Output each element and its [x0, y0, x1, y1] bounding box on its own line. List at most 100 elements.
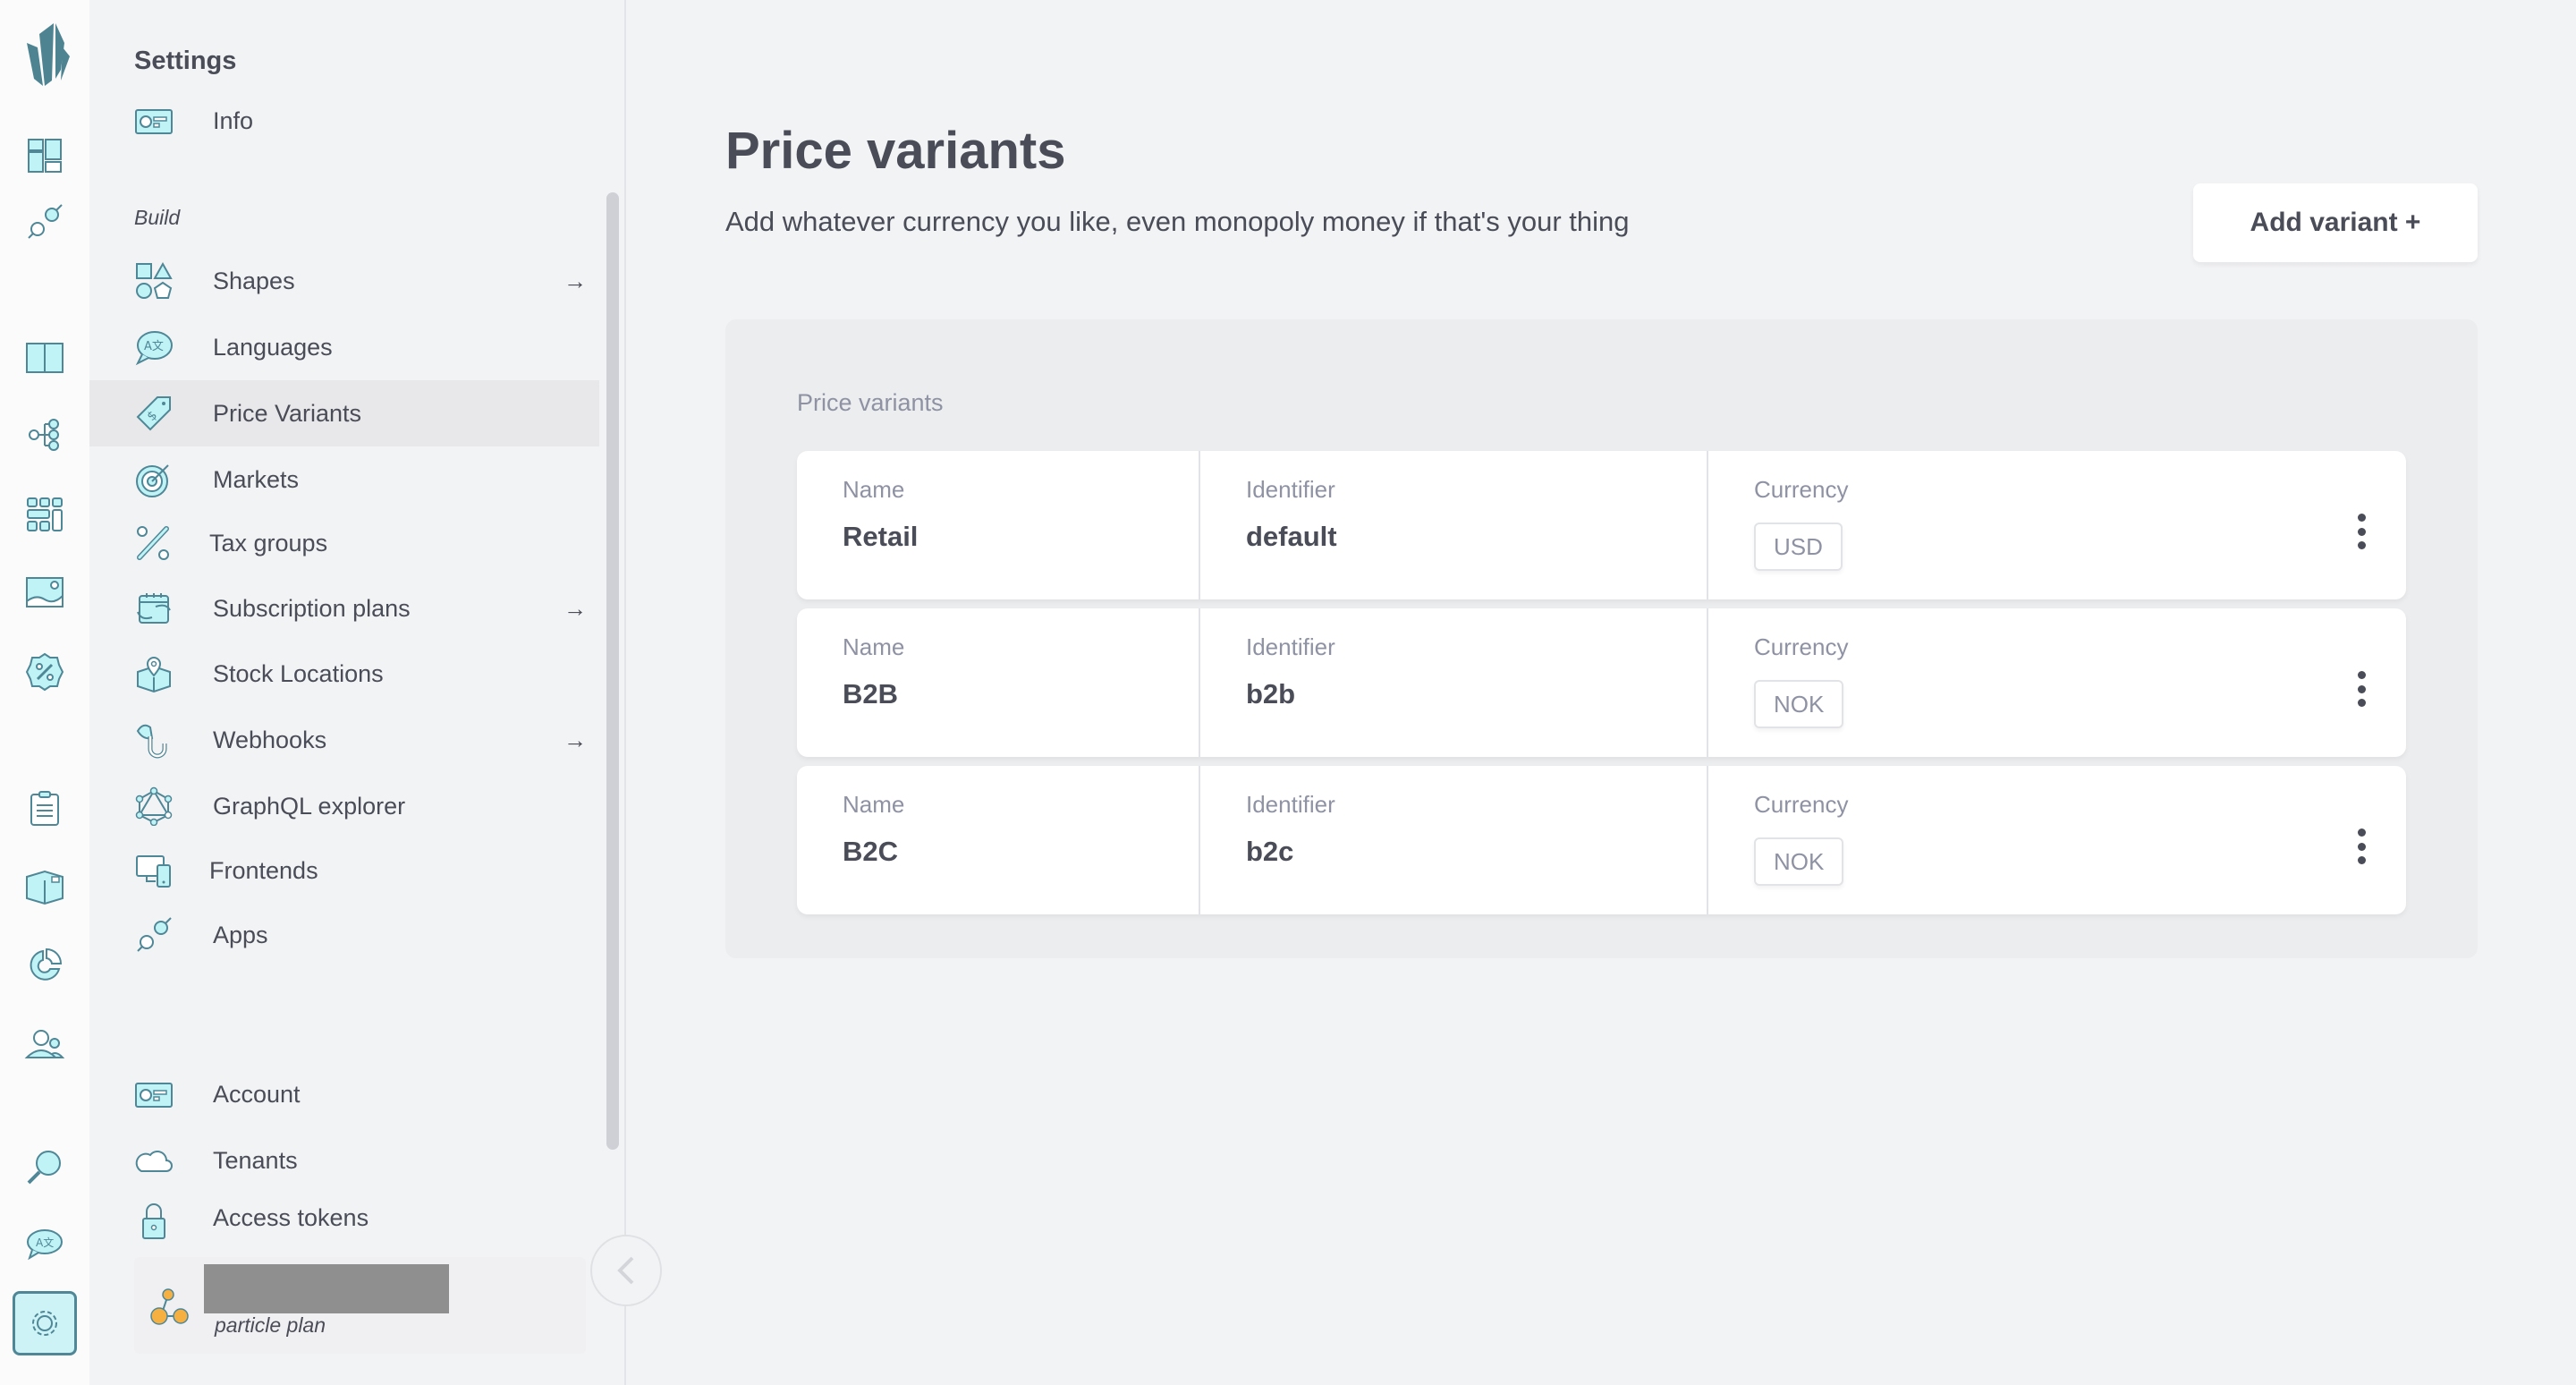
pie-chart-icon	[30, 947, 63, 981]
table-row[interactable]: Name Retail Identifier default Currency …	[797, 451, 2406, 599]
section-build: Build	[134, 206, 181, 229]
arrow-right-icon: →	[564, 594, 587, 622]
price-tag-icon: $	[134, 394, 174, 433]
icon-rail: A文	[0, 0, 89, 1385]
currency-cell: Currency USD	[1708, 451, 2406, 599]
target-icon	[134, 460, 174, 499]
settings-sidebar: Settings Info Build Shapes → A文 Language…	[89, 0, 626, 1385]
sidebar-scrollbar[interactable]	[606, 192, 619, 1150]
identifier-label: Identifier	[1246, 476, 1335, 503]
identifier-label: Identifier	[1246, 633, 1335, 660]
sidebar-item-label: Apps	[213, 921, 268, 948]
sidebar-item-info[interactable]: Info	[89, 88, 599, 154]
currency-label: Currency	[1754, 633, 1849, 660]
catalogue-book-icon	[26, 343, 64, 373]
sidebar-item-subscription-plans[interactable]: Subscription plans →	[89, 575, 599, 642]
sidebar-item-tenants[interactable]: Tenants	[89, 1127, 599, 1194]
identifier-cell: Identifier b2b	[1200, 608, 1708, 757]
sidebar-item-label: Tax groups	[209, 529, 328, 557]
rail-translate[interactable]: A文	[20, 1219, 70, 1269]
rail-analytics[interactable]	[20, 940, 70, 990]
rail-orders[interactable]	[20, 784, 70, 834]
sidebar-item-frontends[interactable]: Frontends	[89, 837, 599, 904]
percent-icon	[134, 523, 174, 563]
identifier-value: b2c	[1246, 836, 1294, 867]
topics-tree-icon	[29, 419, 59, 451]
table-row[interactable]: Name B2C Identifier b2c Currency NOK	[797, 766, 2406, 914]
id-card-icon	[134, 101, 174, 140]
sidebar-item-graphql-explorer[interactable]: GraphQL explorer	[89, 773, 599, 839]
identifier-value: default	[1246, 521, 1337, 552]
plan-name: particle plan	[215, 1313, 326, 1337]
price-variants-panel: Price variants Name Retail Identifier de…	[725, 319, 2478, 958]
name-value: B2B	[843, 678, 899, 709]
box-icon	[26, 870, 64, 905]
rail-search[interactable]	[20, 1142, 70, 1192]
name-value: B2C	[843, 836, 899, 867]
sidebar-item-label: Subscription plans	[213, 594, 411, 622]
identifier-cell: Identifier b2c	[1200, 766, 1708, 914]
svg-text:A文: A文	[144, 340, 164, 353]
sidebar-item-tax-groups[interactable]: Tax groups	[89, 510, 599, 576]
rail-topics[interactable]	[20, 410, 70, 460]
tenant-plan-card[interactable]: particle plan	[134, 1257, 586, 1354]
rail-customers[interactable]	[20, 1018, 70, 1068]
sidebar-item-webhooks[interactable]: Webhooks →	[89, 707, 599, 773]
sidebar-item-access-tokens[interactable]: Access tokens	[89, 1194, 599, 1242]
rail-dashboard[interactable]	[20, 131, 70, 181]
graphql-icon	[134, 786, 174, 827]
sidebar-item-label: Languages	[213, 333, 333, 361]
sidebar-item-markets[interactable]: Markets	[89, 446, 599, 513]
rail-discounts[interactable]	[20, 647, 70, 697]
more-options-icon[interactable]	[2352, 514, 2370, 549]
sidebar-item-label: Webhooks	[213, 726, 327, 753]
sidebar-item-shapes[interactable]: Shapes →	[89, 248, 599, 314]
svg-text:A文: A文	[36, 1236, 54, 1249]
sidebar-item-account[interactable]: Account	[89, 1061, 599, 1127]
page-subtitle: Add whatever currency you like, even mon…	[725, 206, 1630, 237]
sidebar-item-price-variants[interactable]: $ Price Variants	[89, 380, 599, 446]
calendar-refresh-icon	[134, 589, 174, 628]
name-cell: Name B2B	[797, 608, 1200, 757]
rail-settings[interactable]	[13, 1291, 77, 1355]
sidebar-item-apps[interactable]: Apps	[89, 902, 599, 968]
discount-badge-icon	[25, 652, 64, 692]
image-icon	[26, 577, 64, 608]
devices-icon	[134, 851, 174, 890]
sidebar-item-label: Stock Locations	[213, 659, 384, 687]
rail-catalogue[interactable]	[20, 333, 70, 383]
sidebar-title: Settings	[134, 47, 237, 75]
grids-icon	[27, 497, 63, 531]
sidebar-item-languages[interactable]: A文 Languages	[89, 314, 599, 380]
sidebar-item-stock-locations[interactable]: Stock Locations	[89, 641, 599, 707]
add-variant-button[interactable]: Add variant +	[2193, 183, 2478, 262]
more-options-icon[interactable]	[2352, 828, 2370, 864]
table-row[interactable]: Name B2B Identifier b2b Currency NOK	[797, 608, 2406, 757]
name-value: Retail	[843, 521, 919, 552]
hook-icon	[134, 720, 174, 760]
name-label: Name	[843, 476, 905, 503]
translate-icon: A文	[27, 1229, 63, 1261]
shapes-icon	[134, 261, 174, 301]
name-label: Name	[843, 633, 905, 660]
search-icon	[27, 1151, 61, 1185]
crystallize-logo-icon[interactable]	[18, 16, 72, 88]
sidebar-item-label: Tenants	[213, 1146, 298, 1174]
sidebar-item-label: Markets	[213, 465, 300, 493]
panel-label: Price variants	[797, 389, 944, 416]
box-location-icon	[134, 654, 174, 693]
rail-fulfilment[interactable]	[20, 861, 70, 911]
rail-assets[interactable]	[20, 567, 70, 617]
more-options-icon[interactable]	[2352, 671, 2370, 707]
identifier-label: Identifier	[1246, 791, 1335, 818]
sidebar-item-label: Access tokens	[213, 1204, 369, 1231]
rail-apps[interactable]	[20, 197, 70, 247]
currency-cell: Currency NOK	[1708, 766, 2406, 914]
sidebar-item-label: GraphQL explorer	[213, 792, 406, 820]
sidebar-item-label: Frontends	[209, 856, 318, 884]
identifier-cell: Identifier default	[1200, 451, 1708, 599]
main-content: Price variants Add whatever currency you…	[628, 0, 2576, 1385]
lock-icon	[134, 1201, 174, 1240]
rail-grids[interactable]	[20, 489, 70, 540]
arrow-right-icon: →	[564, 267, 587, 294]
